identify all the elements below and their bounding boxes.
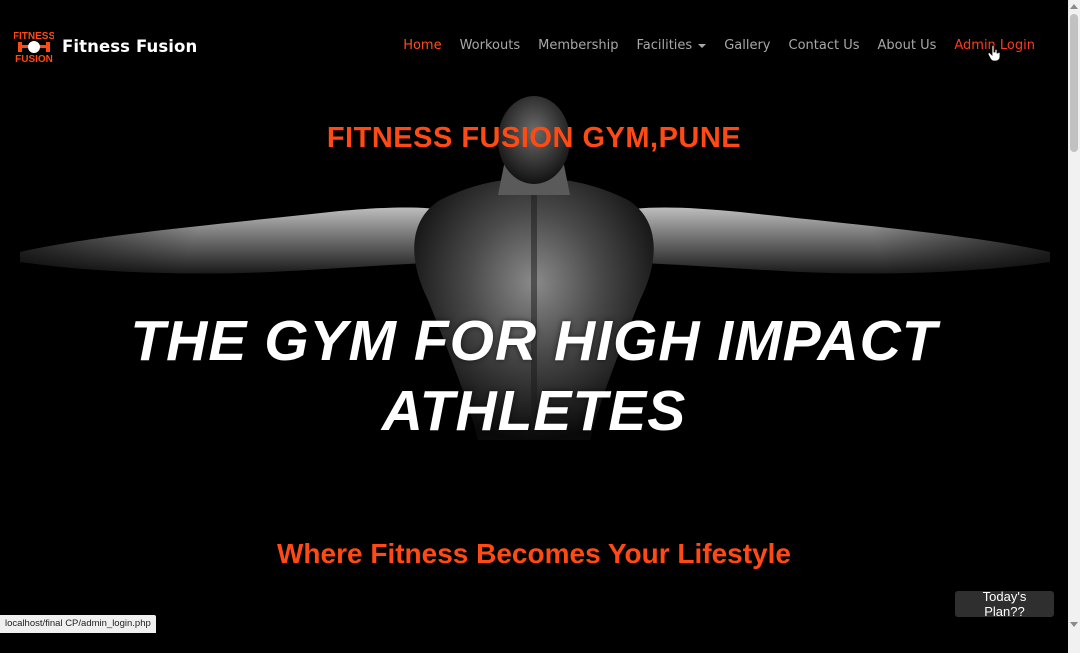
nav-home[interactable]: Home — [394, 38, 450, 53]
hero-tagline: THE GYM FOR HIGH IMPACT ATHLETES — [0, 306, 1068, 446]
nav-about-us[interactable]: About Us — [869, 38, 946, 53]
hand-cursor-icon — [988, 45, 1000, 61]
svg-text:FUSION: FUSION — [15, 54, 53, 64]
navbar: FITNESS FUSION Fitness Fusion Home Worko… — [0, 0, 1068, 92]
nav-links: Home Workouts Membership Facilities Gall… — [394, 38, 1044, 53]
scroll-up-icon[interactable] — [1070, 4, 1078, 9]
nav-facilities-label: Facilities — [636, 38, 693, 53]
scroll-down-icon[interactable] — [1070, 622, 1078, 627]
brand-name[interactable]: Fitness Fusion — [62, 37, 197, 56]
brand[interactable]: FITNESS FUSION Fitness Fusion — [14, 28, 197, 64]
nav-workouts[interactable]: Workouts — [451, 38, 530, 53]
brand-logo-icon[interactable]: FITNESS FUSION — [14, 28, 54, 64]
nav-contact-us[interactable]: Contact Us — [780, 38, 869, 53]
scroll-thumb[interactable] — [1070, 14, 1078, 152]
lifestyle-heading: Where Fitness Becomes Your Lifestyle — [276, 538, 792, 569]
hero-tagline-line2: ATHLETES — [381, 379, 687, 443]
nav-membership[interactable]: Membership — [529, 38, 627, 53]
gym-title: FITNESS FUSION GYM,PUNE — [326, 122, 742, 154]
page: FITNESS FUSION Fitness Fusion Home Worko… — [0, 0, 1080, 653]
nav-gallery[interactable]: Gallery — [715, 38, 779, 53]
nav-facilities[interactable]: Facilities — [627, 38, 715, 53]
hero-tagline-line1: THE GYM FOR HIGH IMPACT — [130, 309, 938, 373]
todays-plan-button[interactable]: Today's Plan?? — [955, 589, 1054, 619]
caret-down-icon — [698, 43, 707, 48]
status-bar-url: localhost/final CP/admin_login.php — [0, 615, 156, 633]
scrollbar[interactable] — [1068, 0, 1080, 653]
svg-text:FITNESS: FITNESS — [14, 31, 54, 42]
